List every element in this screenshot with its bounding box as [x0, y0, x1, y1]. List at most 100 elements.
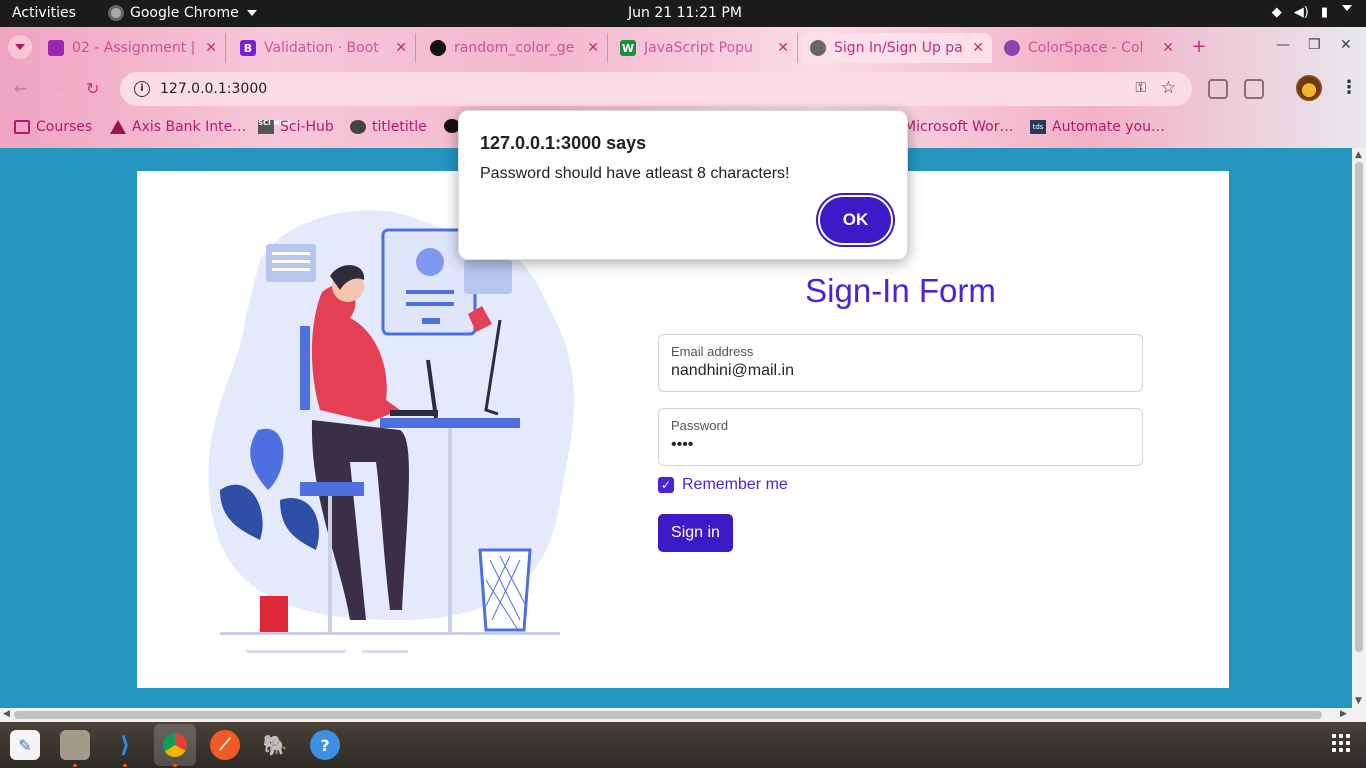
tab-label: JavaScript Popu [644, 40, 753, 56]
vscode-icon[interactable]: ⟩ [110, 730, 140, 760]
dialog-message: Password should have atleast 8 character… [480, 165, 790, 182]
bootstrap-icon: B [240, 40, 256, 56]
bookmark-label: Sci-Hub [280, 119, 334, 135]
extension-icon[interactable] [1208, 79, 1228, 99]
checkmark-icon[interactable]: ✓ [658, 477, 674, 493]
more-menu-icon[interactable]: ⋮ [1340, 77, 1358, 98]
w3schools-icon: W [620, 40, 636, 56]
folder-icon [14, 120, 30, 134]
password-label: Password [671, 418, 729, 433]
close-window-icon[interactable]: ✕ [1340, 37, 1352, 53]
colorspace-icon [1004, 40, 1020, 56]
maximize-icon[interactable]: ❐ [1308, 37, 1321, 53]
volume-icon: ◀) [1293, 5, 1309, 20]
chrome-dock-item[interactable] [154, 724, 196, 766]
minimize-icon[interactable]: — [1276, 37, 1290, 53]
bookmark-label: Axis Bank Inte… [132, 119, 247, 135]
vertical-scrollbar[interactable]: ▲ ▼ [1352, 148, 1366, 708]
remember-me-checkbox[interactable]: ✓ Remember me [658, 476, 788, 494]
profile-avatar[interactable] [1296, 75, 1322, 101]
sci-hub-icon: SCI HUB [258, 120, 290, 134]
chevron-down-icon [246, 10, 257, 16]
help-icon[interactable]: ? [310, 730, 340, 760]
tab-label: Sign In/Sign Up pa [834, 40, 963, 56]
email-label: Email address [671, 344, 754, 359]
tab-colorspace[interactable]: ColorSpace - Col ✕ [996, 33, 1182, 63]
scrollbar-thumb[interactable] [1355, 162, 1363, 652]
running-indicator [173, 764, 177, 767]
classroom-icon [48, 40, 64, 56]
tab-sign-in[interactable]: Sign In/Sign Up pa ✕ [802, 33, 992, 63]
horizontal-scrollbar[interactable]: ◀ ▶ [0, 708, 1366, 722]
chevron-down-icon [15, 44, 25, 50]
form-title: Sign-In Form [805, 272, 996, 309]
back-arrow-icon[interactable]: ← [14, 79, 27, 98]
ok-button[interactable]: OK [820, 197, 891, 243]
email-field[interactable]: Email address nandhini@mail.in [658, 334, 1143, 392]
person-at-desk-illustration [208, 210, 574, 653]
app-menu[interactable]: Google Chrome [108, 5, 257, 21]
scrollbar-thumb[interactable] [14, 711, 1322, 719]
scroll-up-icon[interactable]: ▲ [1355, 150, 1362, 160]
extensions-puzzle-icon[interactable] [1244, 79, 1264, 99]
forward-arrow-icon[interactable]: → [50, 79, 63, 98]
close-icon[interactable]: ✕ [972, 40, 984, 56]
clock[interactable]: Jun 21 11:21 PM [628, 5, 742, 21]
scroll-right-icon[interactable]: ▶ [1340, 709, 1347, 719]
password-field[interactable]: Password •••• [658, 408, 1143, 466]
bookmark-titletitle[interactable]: titletitle [350, 119, 427, 135]
text-editor-icon[interactable]: ✎ [10, 730, 40, 760]
sign-in-button[interactable]: Sign in [658, 514, 733, 552]
remember-me-label[interactable]: Remember me [682, 476, 788, 494]
activities-button[interactable]: Activities [12, 5, 76, 21]
globe-icon [350, 120, 366, 134]
address-bar[interactable]: i 127.0.0.1:3000 ⚿ ☆ [120, 72, 1192, 106]
globe-icon [810, 40, 826, 56]
close-icon[interactable]: ✕ [395, 40, 407, 56]
scroll-left-icon[interactable]: ◀ [3, 709, 10, 719]
close-icon[interactable]: ✕ [1162, 40, 1174, 56]
running-indicator [123, 764, 127, 767]
bookmark-label: titletitle [372, 119, 427, 135]
chrome-icon [163, 733, 187, 757]
show-apps-icon[interactable] [1332, 734, 1350, 752]
dialog-title: 127.0.0.1:3000 says [480, 133, 647, 153]
tab-validation[interactable]: B Validation · Boot ✕ [232, 33, 416, 63]
postman-icon[interactable]: ⟋ [210, 730, 240, 760]
password-input[interactable]: •••• [671, 436, 1111, 454]
axis-bank-icon [110, 120, 126, 134]
new-tab-button[interactable]: + [1188, 37, 1210, 59]
chevron-down-icon [1342, 5, 1352, 20]
tab-label: 02 - Assignment | [72, 40, 196, 56]
tab-label: random_color_ge [454, 40, 575, 56]
alert-dialog: 127.0.0.1:3000 says Password should have… [458, 110, 908, 260]
system-tray[interactable]: ◆ ◀) ▮ [1272, 5, 1352, 20]
tab-label: ColorSpace - Col [1028, 40, 1144, 56]
bookmark-axis-bank[interactable]: Axis Bank Inte… [110, 119, 246, 135]
tab-search-button[interactable] [8, 35, 32, 59]
tab-assignment[interactable]: 02 - Assignment | ✕ [40, 33, 226, 63]
system-top-bar: Activities Google Chrome Jun 21 11:21 PM… [0, 0, 1366, 27]
url-text[interactable]: 127.0.0.1:3000 [160, 81, 267, 97]
tds-icon: tds [1030, 120, 1046, 134]
scroll-down-icon[interactable]: ▼ [1355, 696, 1362, 706]
close-icon[interactable]: ✕ [777, 40, 789, 56]
key-icon[interactable]: ⚿ [1135, 80, 1146, 96]
bookmark-star-icon[interactable]: ☆ [1161, 78, 1176, 98]
close-icon[interactable]: ✕ [587, 40, 599, 56]
tab-javascript-popup[interactable]: W JavaScript Popu ✕ [612, 33, 798, 63]
bookmark-microsoft-word[interactable]: Microsoft Wor… [904, 119, 1014, 135]
bookmark-courses[interactable]: Courses [14, 119, 92, 135]
site-info-icon[interactable]: i [134, 81, 150, 97]
files-icon[interactable] [60, 730, 90, 760]
bookmark-automate[interactable]: tds Automate you… [1030, 119, 1165, 135]
chrome-icon [108, 5, 124, 21]
bookmark-label: Automate you… [1052, 119, 1165, 135]
reload-icon[interactable]: ↻ [86, 79, 99, 98]
tab-random-color[interactable]: random_color_ge ✕ [422, 33, 608, 63]
bookmark-sci-hub[interactable]: SCI HUB Sci-Hub [258, 119, 334, 135]
email-input[interactable]: nandhini@mail.in [671, 362, 1111, 380]
battery-icon: ▮ [1320, 5, 1328, 20]
pgadmin-icon[interactable]: 🐘 [260, 730, 290, 760]
close-icon[interactable]: ✕ [205, 40, 217, 56]
